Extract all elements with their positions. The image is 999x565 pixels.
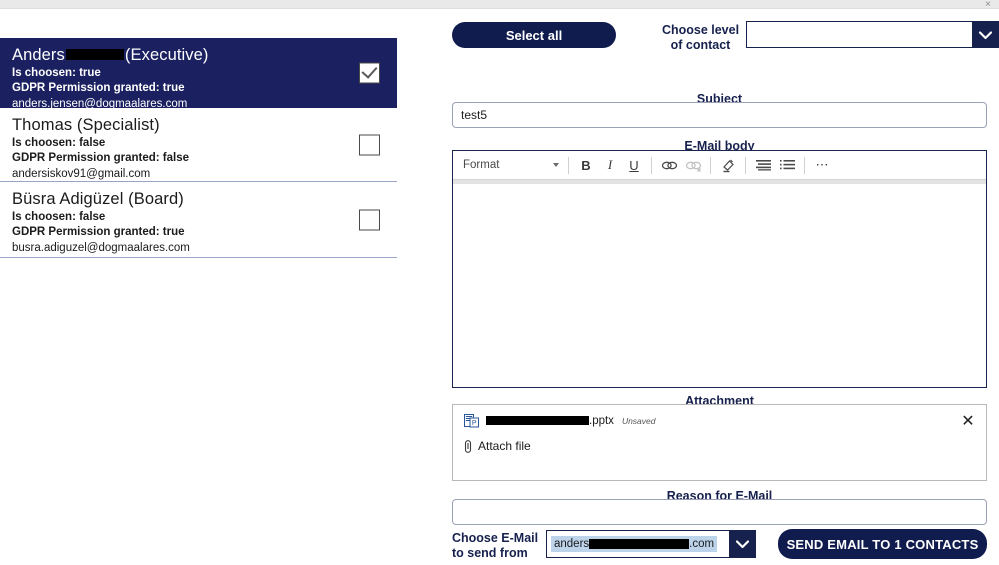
- redaction-bar: [486, 416, 589, 425]
- powerpoint-file-icon: P: [464, 414, 479, 428]
- editor-toolbar: Format B I U ⋯: [453, 151, 986, 180]
- bold-button[interactable]: B: [574, 154, 598, 176]
- contacts-list: Anders (Executive) Is choosen: true GDPR …: [0, 38, 397, 258]
- redaction-bar: [589, 538, 690, 549]
- select-all-button[interactable]: Select all: [452, 22, 616, 48]
- contact-email: andersiskov91@gmail.com: [12, 168, 151, 180]
- contact-gdpr-status: GDPR Permission granted: false: [12, 152, 190, 164]
- format-dropdown-label: Format: [463, 159, 500, 171]
- contact-chosen-status: Is choosen: false: [12, 137, 106, 149]
- remove-format-icon[interactable]: [716, 154, 740, 176]
- check-icon: [361, 61, 378, 79]
- compose-pane: Select all Choose level of contact Subje…: [440, 8, 999, 565]
- email-composer-window: × Anders (Executive) Is choosen: true GDP…: [0, 0, 999, 565]
- contact-checkbox[interactable]: [359, 61, 380, 83]
- contact-gdpr-status: GDPR Permission granted: true: [12, 82, 185, 94]
- contact-name: Anders (Executive): [12, 46, 209, 64]
- svg-text:P: P: [472, 420, 477, 427]
- contact-chosen-status: Is choosen: false: [12, 211, 106, 223]
- contact-name: Thomas (Specialist): [12, 116, 160, 134]
- subject-input[interactable]: [452, 102, 987, 128]
- list-item[interactable]: Anders (Executive) Is choosen: true GDPR …: [0, 38, 397, 110]
- numbered-list-icon[interactable]: [775, 154, 799, 176]
- attachment-file-name: .pptx: [486, 415, 614, 427]
- toolbar-divider: [745, 156, 746, 174]
- unlink-icon[interactable]: [681, 154, 705, 176]
- chevron-down-icon[interactable]: [972, 22, 998, 47]
- attachment-item[interactable]: P .pptx Unsaved: [464, 413, 656, 428]
- chevron-down-icon: [553, 163, 559, 167]
- choose-level-label: Choose level of contact: [648, 23, 753, 53]
- contact-gdpr-status: GDPR Permission granted: true: [12, 226, 185, 238]
- italic-button[interactable]: I: [598, 154, 622, 176]
- reason-input[interactable]: [452, 499, 987, 525]
- send-email-button[interactable]: SEND EMAIL TO 1 CONTACTS: [778, 529, 987, 559]
- list-item[interactable]: Thomas (Specialist) Is choosen: false GD…: [0, 108, 397, 182]
- contact-name: Büsra Adigüzel (Board): [12, 190, 184, 208]
- link-icon[interactable]: [657, 154, 681, 176]
- attach-file-button[interactable]: Attach file: [463, 439, 531, 453]
- choose-level-label-line1: Choose level: [661, 23, 740, 37]
- attach-file-label: Attach file: [478, 439, 531, 453]
- from-email-select[interactable]: anders .com: [546, 530, 756, 558]
- attachment-panel: P .pptx Unsaved ✕ Attach file: [452, 404, 987, 481]
- contact-chosen-status: Is choosen: true: [12, 67, 101, 79]
- remove-attachment-button[interactable]: ✕: [960, 414, 976, 430]
- underline-button[interactable]: U: [622, 154, 646, 176]
- choose-from-label-line2: to send from: [452, 546, 528, 560]
- toolbar-divider: [651, 156, 652, 174]
- level-of-contact-value: [751, 22, 968, 47]
- format-dropdown[interactable]: Format: [459, 154, 563, 176]
- email-body-text-area[interactable]: [453, 184, 986, 387]
- bullet-list-icon[interactable]: [751, 154, 775, 176]
- contact-checkbox[interactable]: [359, 134, 380, 155]
- toolbar-divider: [710, 156, 711, 174]
- choose-from-label-line1: Choose E-Mail: [452, 531, 539, 545]
- chevron-down-icon[interactable]: [729, 531, 755, 557]
- paperclip-icon: [464, 439, 472, 453]
- list-item[interactable]: Büsra Adigüzel (Board) Is choosen: false…: [0, 182, 397, 258]
- overflow-menu-icon[interactable]: ⋯: [810, 154, 834, 176]
- contact-email: busra.adiguzel@dogmaalares.com: [12, 242, 190, 254]
- redaction-bar: [65, 49, 124, 61]
- choose-level-label-line2: of contact: [670, 38, 731, 52]
- contact-checkbox[interactable]: [359, 209, 380, 230]
- choose-from-label: Choose E-Mail to send from: [452, 531, 548, 561]
- from-email-value: anders .com: [551, 531, 725, 557]
- toolbar-divider: [804, 156, 805, 174]
- email-body-editor[interactable]: Format B I U ⋯: [452, 150, 987, 388]
- toolbar-divider: [568, 156, 569, 174]
- attachment-status: Unsaved: [621, 415, 656, 426]
- level-of-contact-select[interactable]: [746, 21, 999, 48]
